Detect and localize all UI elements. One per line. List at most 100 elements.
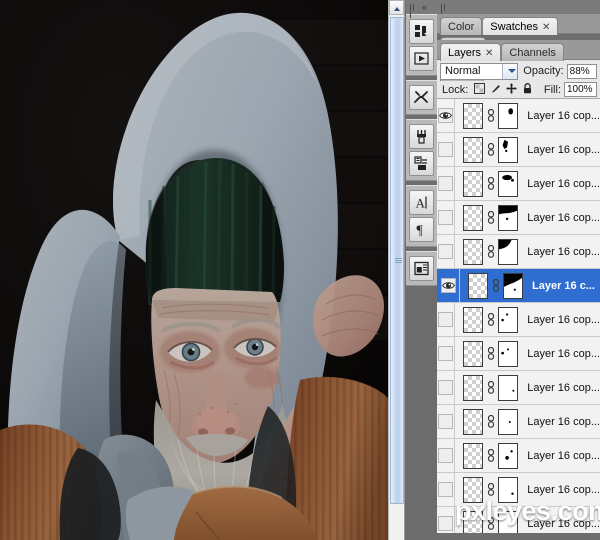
layer-mask-thumbnail[interactable] <box>498 408 519 435</box>
layer-thumbnail[interactable] <box>463 102 484 129</box>
layer-visibility-toggle[interactable] <box>437 234 456 269</box>
visibility-empty-box[interactable] <box>438 244 454 259</box>
layer-thumbnail[interactable] <box>463 238 484 265</box>
layer-visibility-toggle[interactable] <box>437 438 456 473</box>
fill-input[interactable]: 100% <box>564 82 597 97</box>
tab-layers[interactable]: Layers ✕ <box>440 43 502 61</box>
layer-thumbnail[interactable] <box>463 340 484 367</box>
link-mask-icon[interactable] <box>486 449 495 462</box>
lock-all-icon[interactable] <box>522 82 533 97</box>
link-mask-icon[interactable] <box>486 143 495 156</box>
layer-row[interactable]: Layer 16 cop... <box>437 404 600 439</box>
layer-mask-thumbnail[interactable] <box>498 170 519 197</box>
layer-comps-icon[interactable] <box>409 256 434 281</box>
eye-icon[interactable] <box>438 108 454 123</box>
layer-mask-thumbnail[interactable] <box>498 374 519 401</box>
layer-thumbnail[interactable] <box>463 204 484 231</box>
layer-visibility-toggle[interactable] <box>437 268 460 303</box>
layer-thumbnail[interactable] <box>463 374 484 401</box>
layer-mask-thumbnail[interactable] <box>498 204 519 231</box>
layer-row[interactable]: Layer 16 cop... <box>437 132 600 167</box>
layer-row[interactable]: Layer 16 cop... <box>437 438 600 473</box>
layer-visibility-toggle[interactable] <box>437 132 456 167</box>
layer-mask-thumbnail[interactable] <box>498 340 519 367</box>
layer-mask-thumbnail[interactable] <box>498 102 519 129</box>
link-mask-icon[interactable] <box>486 483 495 496</box>
visibility-empty-box[interactable] <box>438 346 454 361</box>
opacity-input[interactable]: 88% <box>566 63 597 79</box>
image-canvas[interactable] <box>0 0 388 540</box>
lock-transparent-pixels-icon[interactable] <box>474 82 486 97</box>
layer-mask-thumbnail[interactable] <box>498 136 519 163</box>
tab-swatches[interactable]: Swatches ✕ <box>482 17 559 35</box>
visibility-empty-box[interactable] <box>438 482 454 497</box>
close-swatches-icon[interactable]: ✕ <box>542 22 550 33</box>
layer-row[interactable]: Layer 16 cop... <box>437 302 600 337</box>
visibility-empty-box[interactable] <box>438 210 454 225</box>
link-mask-icon[interactable] <box>486 245 495 258</box>
eye-icon[interactable] <box>440 278 456 293</box>
lock-position-icon[interactable] <box>506 83 517 97</box>
close-layers-icon[interactable]: ✕ <box>485 48 493 59</box>
layer-row[interactable]: Layer 16 cop... <box>437 370 600 405</box>
layer-mask-thumbnail[interactable] <box>498 306 519 333</box>
paragraph-icon[interactable]: ¶ <box>409 217 434 242</box>
character-icon[interactable]: A <box>409 190 434 215</box>
drag-grip-icon[interactable] <box>410 4 417 18</box>
layer-visibility-toggle[interactable] <box>437 472 456 507</box>
scroll-up-arrow-icon[interactable] <box>389 0 404 15</box>
link-mask-icon[interactable] <box>491 279 500 292</box>
layer-row[interactable]: Layer 16 c... <box>437 268 600 303</box>
collapse-dock-icon[interactable]: « <box>422 3 427 12</box>
layer-list[interactable]: Layer 16 cop... Layer 16 cop... Layer 16 c… <box>437 99 600 533</box>
layer-visibility-toggle[interactable] <box>437 166 456 201</box>
layer-thumbnail[interactable] <box>463 442 484 469</box>
layer-thumbnail[interactable] <box>463 408 484 435</box>
layer-mask-thumbnail[interactable] <box>503 272 523 299</box>
lock-image-pixels-icon[interactable] <box>490 83 501 97</box>
layer-row[interactable]: Layer 16 cop... <box>437 99 600 133</box>
layer-visibility-toggle[interactable] <box>437 506 456 533</box>
layer-row[interactable]: Layer 16 cop... <box>437 166 600 201</box>
vertical-scroll-thumb[interactable] <box>390 17 404 504</box>
link-mask-icon[interactable] <box>486 347 495 360</box>
canvas-vertical-scrollbar[interactable] <box>388 0 405 540</box>
tab-channels[interactable]: Channels <box>501 43 564 61</box>
link-mask-icon[interactable] <box>486 177 495 190</box>
layer-visibility-toggle[interactable] <box>437 336 456 371</box>
layer-visibility-toggle[interactable] <box>437 302 456 337</box>
layer-visibility-toggle[interactable] <box>437 99 456 133</box>
layer-visibility-toggle[interactable] <box>437 200 456 235</box>
visibility-empty-box[interactable] <box>438 516 454 531</box>
tool-presets-icon[interactable] <box>409 85 434 110</box>
chevron-down-icon[interactable] <box>502 63 518 79</box>
layer-row[interactable]: Layer 16 cop... <box>437 200 600 235</box>
brushes-icon[interactable] <box>409 124 434 149</box>
clone-source-icon[interactable] <box>409 151 434 176</box>
layer-visibility-toggle[interactable] <box>437 370 456 405</box>
layer-visibility-toggle[interactable] <box>437 404 456 439</box>
panel-dock-bar[interactable] <box>437 0 600 18</box>
layer-mask-thumbnail[interactable] <box>498 238 519 265</box>
layer-row[interactable]: Layer 16 cop... <box>437 336 600 371</box>
visibility-empty-box[interactable] <box>438 448 454 463</box>
visibility-empty-box[interactable] <box>438 176 454 191</box>
layer-mask-thumbnail[interactable] <box>498 442 519 469</box>
layer-thumbnail[interactable] <box>463 306 484 333</box>
layer-thumbnail[interactable] <box>463 136 484 163</box>
layer-thumbnail[interactable] <box>468 272 488 299</box>
panel-drag-grip-icon[interactable] <box>441 4 448 18</box>
rail-header[interactable]: « <box>406 0 437 18</box>
link-mask-icon[interactable] <box>486 381 495 394</box>
blend-mode-select[interactable]: Normal <box>440 62 519 80</box>
visibility-empty-box[interactable] <box>438 142 454 157</box>
link-mask-icon[interactable] <box>486 415 495 428</box>
link-mask-icon[interactable] <box>486 211 495 224</box>
history-icon[interactable] <box>409 19 434 44</box>
visibility-empty-box[interactable] <box>438 380 454 395</box>
visibility-empty-box[interactable] <box>438 414 454 429</box>
tab-color[interactable]: Color <box>440 17 483 35</box>
layer-thumbnail[interactable] <box>463 170 484 197</box>
layer-row[interactable]: Layer 16 cop... <box>437 234 600 269</box>
link-mask-icon[interactable] <box>486 313 495 326</box>
